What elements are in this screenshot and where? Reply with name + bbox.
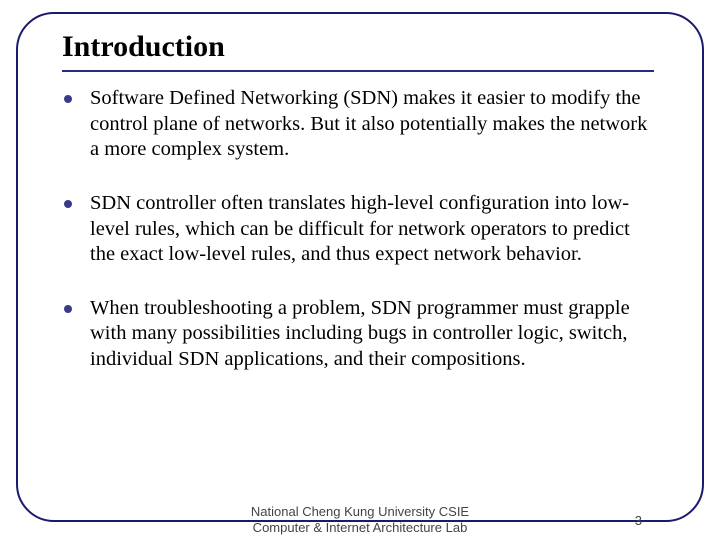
- bullet-icon: [64, 200, 72, 208]
- bullet-text: SDN controller often translates high-lev…: [90, 191, 658, 268]
- slide-footer: National Cheng Kung University CSIE Comp…: [0, 498, 720, 540]
- page-number: 3: [635, 513, 642, 528]
- title-underline: [62, 70, 654, 72]
- list-item: SDN controller often translates high-lev…: [64, 191, 658, 268]
- bullet-icon: [64, 95, 72, 103]
- footer-line-2: Computer & Internet Architecture Lab: [251, 520, 469, 536]
- bullet-text: Software Defined Networking (SDN) makes …: [90, 86, 658, 163]
- slide-title: Introduction: [62, 30, 225, 64]
- bullet-icon: [64, 305, 72, 313]
- list-item: Software Defined Networking (SDN) makes …: [64, 86, 658, 163]
- slide-body: Software Defined Networking (SDN) makes …: [64, 86, 658, 373]
- list-item: When troubleshooting a problem, SDN prog…: [64, 296, 658, 373]
- slide: Introduction Software Defined Networking…: [0, 0, 720, 540]
- bullet-text: When troubleshooting a problem, SDN prog…: [90, 296, 658, 373]
- footer-line-1: National Cheng Kung University CSIE: [251, 504, 469, 520]
- footer-affiliation: National Cheng Kung University CSIE Comp…: [251, 504, 469, 537]
